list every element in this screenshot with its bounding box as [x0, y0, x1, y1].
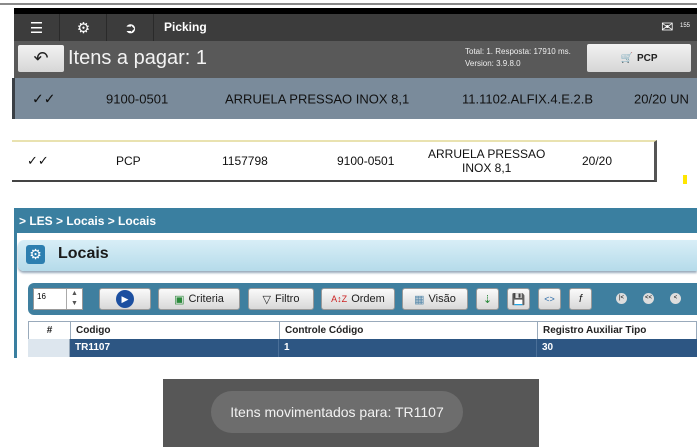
- column-header[interactable]: #: [29, 322, 71, 339]
- rewind-icon[interactable]: <<: [643, 293, 654, 304]
- run-button[interactable]: ▶: [99, 288, 151, 310]
- visao-label: Visão: [428, 293, 456, 305]
- function-icon: f: [578, 293, 583, 305]
- cart-icon: 🛒: [620, 52, 633, 64]
- filtro-button[interactable]: ▽ Filtro: [248, 288, 314, 310]
- play-icon: ▶: [116, 290, 134, 308]
- criteria-label: Criteria: [188, 293, 224, 305]
- grid-toolbar: 16 ▲ ▼ ▶ ▣ Criteria ▽ Filtro A↕Z Ordem ▦ Visão…: [28, 283, 697, 315]
- pcp-label: PCP: [636, 52, 658, 64]
- page-size-stepper[interactable]: 16 ▲ ▼: [33, 288, 83, 310]
- divider: [0, 3, 697, 5]
- marker: [683, 175, 687, 184]
- check-icon: ✓✓: [27, 153, 49, 168]
- cell-codigo: TR1107: [70, 339, 279, 357]
- save-button[interactable]: 💾: [507, 288, 530, 310]
- criteria-button[interactable]: ▣ Criteria: [158, 288, 240, 310]
- stats-text: Total: 1. Resposta: 17910 ms.: [465, 47, 571, 56]
- version-text: Version: 3.9.8.0: [465, 59, 521, 68]
- ordem-button[interactable]: A↕Z Ordem: [321, 288, 395, 310]
- description-line: ARRUELA PRESSAO: [428, 147, 546, 161]
- item-location: 11.1102.ALFIX.4.E.2.B: [462, 91, 594, 106]
- table-icon: ▦: [414, 293, 425, 306]
- toolbar-title: Picking: [164, 20, 207, 34]
- page-size-value: 16: [37, 292, 46, 301]
- gear-icon: ⚙: [26, 245, 45, 264]
- cell-registro-auxiliar-tipo: 30: [542, 342, 554, 353]
- login-icon[interactable]: ➲: [108, 14, 154, 41]
- list-icon[interactable]: ☰: [14, 14, 60, 41]
- item-code: 9100-0501: [337, 154, 395, 168]
- first-page-icon[interactable]: |<: [616, 293, 627, 304]
- row-number: 1: [28, 339, 70, 357]
- sort-az-icon: A↕Z: [331, 294, 348, 304]
- mail-badge: 155: [680, 23, 691, 29]
- item-description: ARRUELA PRESSAO INOX 8,1: [225, 91, 410, 106]
- undo-icon: ↶: [33, 48, 49, 68]
- ordem-label: Ordem: [351, 293, 385, 305]
- item-code: 9100-0501: [106, 91, 169, 106]
- order-number: 1157798: [222, 154, 268, 168]
- app-toolbar: ☰ ⚙ ➲ Picking ✉ 155: [14, 14, 697, 41]
- page-title: Locais: [58, 245, 109, 262]
- grid-header: # Codigo Controle Código Registro Auxili…: [28, 321, 697, 340]
- spinner-arrows-icon[interactable]: ▲ ▼: [66, 289, 82, 309]
- export-icon: ⇣: [482, 293, 493, 306]
- export-button[interactable]: ⇣: [476, 288, 499, 310]
- table-row[interactable]: 1 TR1107 1 30: [28, 339, 697, 357]
- previous-page-icon[interactable]: <: [670, 293, 681, 304]
- breadcrumb[interactable]: > LES > Locais > Locais: [14, 208, 697, 233]
- origin: PCP: [116, 154, 141, 168]
- code-icon: <>: [544, 294, 555, 304]
- filtro-label: Filtro: [275, 293, 300, 305]
- picking-row[interactable]: ✓✓ PCP 1157798 9100-0501 ARRUELA PRESSAO…: [12, 140, 657, 182]
- list-item[interactable]: ✓✓ 9100-0501 ARRUELA PRESSAO INOX 8,1 11…: [12, 78, 697, 119]
- column-header[interactable]: Codigo: [71, 322, 280, 339]
- visao-button[interactable]: ▦ Visão: [402, 288, 468, 310]
- item-quantity: 20/20: [582, 154, 613, 168]
- function-button[interactable]: f: [569, 288, 592, 310]
- pcp-button[interactable]: 🛒 PCP: [587, 44, 691, 72]
- cell-controle-codigo: 1: [279, 339, 537, 357]
- gear-icon[interactable]: ⚙: [61, 14, 107, 41]
- item-quantity: 20/20 UN: [634, 91, 689, 106]
- column-header[interactable]: Registro Auxiliar Tipo: [538, 322, 697, 339]
- code-button[interactable]: <>: [538, 288, 561, 310]
- back-button[interactable]: ↶: [18, 45, 64, 72]
- picking-header: ↶ Itens a pagar: 1 Total: 1. Resposta: 1…: [14, 41, 697, 78]
- criteria-icon: ▣: [174, 293, 185, 306]
- toast-message: Itens movimentados para: TR1107: [211, 391, 463, 433]
- column-header[interactable]: Controle Código: [280, 322, 538, 339]
- item-description: ARRUELA PRESSAO INOX 8,1: [428, 147, 545, 175]
- title-bar: ⚙ Locais: [18, 240, 697, 271]
- check-icon: ✓✓: [32, 90, 56, 106]
- description-line: INOX 8,1: [462, 161, 512, 175]
- page-title: Itens a pagar: 1: [68, 47, 207, 69]
- mail-icon[interactable]: ✉: [661, 18, 674, 36]
- filter-icon: ▽: [262, 293, 271, 306]
- save-icon: 💾: [511, 293, 526, 306]
